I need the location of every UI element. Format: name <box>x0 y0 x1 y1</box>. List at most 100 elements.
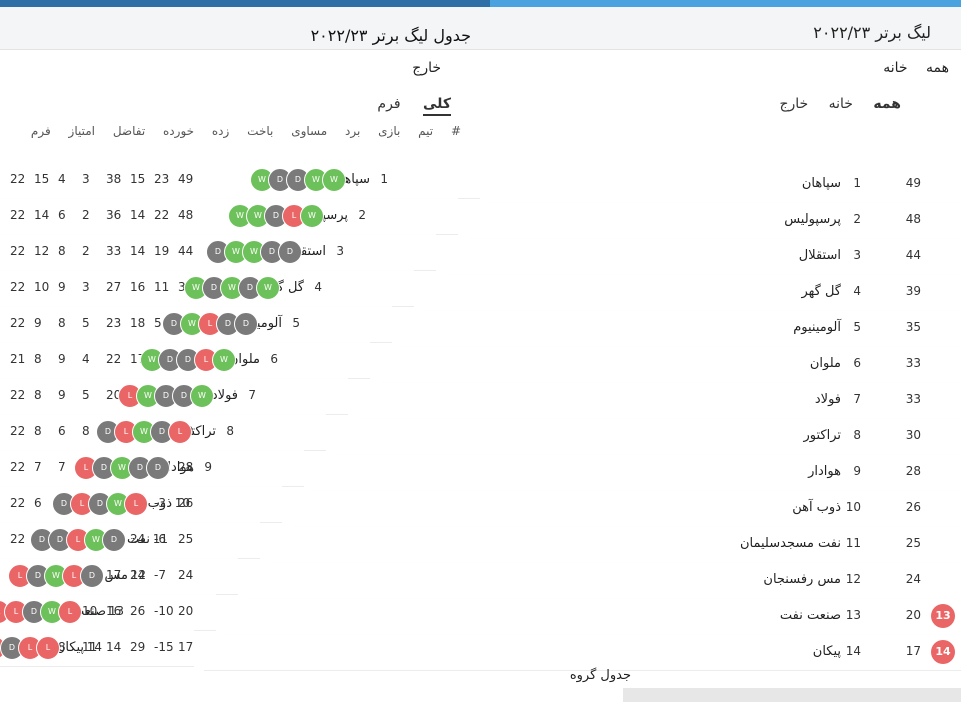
table-row-right[interactable]: ذوب آهن 10 26 <box>292 490 961 527</box>
team-name-right[interactable]: ذوب آهن <box>792 500 841 515</box>
team-name[interactable]: فولاد <box>212 388 238 403</box>
col-form: فرم <box>30 124 51 138</box>
stat-p: 22 <box>10 244 26 258</box>
rank-number-right: 3 <box>853 248 861 262</box>
form-strip: DWWDD <box>206 240 302 264</box>
points-right: 33 <box>905 392 921 406</box>
tab-overall[interactable]: کلی <box>422 96 451 116</box>
points-right: 24 <box>905 572 921 586</box>
stat-p: 22 <box>10 316 26 330</box>
stat-d: 6 <box>58 424 66 438</box>
rank-number: 7 <box>248 388 256 402</box>
points-right: 33 <box>905 356 921 370</box>
table-row[interactable]: پرسپولیس222146236142248WWDLW <box>0 198 458 235</box>
table-row[interactable]: سپاهان 1 22 15 4 3 38 15 23 49 W D D W W <box>0 162 480 199</box>
table-row-right[interactable]: سپاهان 1 49 <box>490 166 961 203</box>
team-name-right[interactable]: صنعت نفت <box>780 608 841 623</box>
table-row[interactable]: مس رفسنجان12225981724-724LDWLD <box>0 558 238 595</box>
team-name-right[interactable]: آلومینیوم <box>793 320 841 335</box>
table-row-right[interactable]: آلومینیوم 5 35 <box>402 310 961 347</box>
stat-p: 21 <box>10 352 26 366</box>
team-name-right[interactable]: پرسپولیس <box>784 212 841 227</box>
stat-pts: 48 <box>178 208 194 222</box>
col-drawn: مساوی <box>291 124 328 138</box>
relegation-badge: 13 <box>931 604 955 628</box>
team-name-right[interactable]: تراکتور <box>803 428 841 443</box>
tab-all-2[interactable]: همه <box>873 96 901 112</box>
rank-number: 6 <box>270 352 278 366</box>
tab-home[interactable]: خانه <box>883 60 907 76</box>
table-row-right[interactable]: پرسپولیس 2 48 <box>468 202 961 239</box>
rank-number: 8 <box>226 424 234 438</box>
rank-number-right: 13 <box>845 608 861 622</box>
stat-d: 4 <box>58 172 66 186</box>
team-name-right[interactable]: نفت مسجدسلیمان <box>740 536 841 551</box>
table-row-right[interactable]: پیکان 14 17 14 <box>204 634 961 671</box>
team-name-right[interactable]: هوادار <box>808 464 841 479</box>
table-row[interactable]: فولاد7228952017333LWDDW <box>0 378 348 415</box>
table-row-right[interactable]: صنعت نفت 13 20 13 <box>226 598 961 635</box>
table-row[interactable]: هوادار9227781921-228LDWDD <box>0 450 304 487</box>
stat-w: 8 <box>34 424 42 438</box>
table-row[interactable]: تراکتور8228682424030DLWDL <box>0 414 326 451</box>
stat-d: 9 <box>58 388 66 402</box>
team-name-right[interactable]: سپاهان <box>802 176 841 191</box>
table-row[interactable]: ملوان6218942217533WDDLW <box>0 342 370 379</box>
table-row[interactable]: استقلال 3 22 12 8 2 33 14 19 44 D W W D D <box>0 234 436 271</box>
team-name-right[interactable]: پیکان <box>813 644 841 659</box>
stat-d: 8 <box>58 316 66 330</box>
table-row-right[interactable]: استقلال 3 44 <box>446 238 961 275</box>
stat-d: 9 <box>58 352 66 366</box>
stat-gd: -6 <box>154 532 166 546</box>
stat-d: 6 <box>58 208 66 222</box>
table-row[interactable]: پیکان142238111429-1517LLDLL <box>0 630 194 667</box>
table-row-right[interactable]: فولاد 7 33 <box>358 382 961 419</box>
tab-home-2[interactable]: خانه <box>829 96 853 112</box>
table-row[interactable]: صنعت نفت132248101626-1020LLDWL <box>0 594 216 631</box>
form-result-badge: W <box>300 204 324 228</box>
rank-number-right: 1 <box>853 176 861 190</box>
table-row-right[interactable]: هوادار 9 28 <box>314 454 961 491</box>
form-strip: LDWLD <box>8 564 104 588</box>
stat-gf: 27 <box>106 280 122 294</box>
table-row[interactable]: ذوب آهن10226882023-326DLDWL <box>0 486 282 523</box>
form-strip: DLDWL <box>52 492 148 516</box>
tab-form[interactable]: فرم <box>377 96 400 114</box>
stat-gd: -15 <box>154 640 174 654</box>
form-result-badge: L <box>36 636 60 660</box>
stat-w: 10 <box>34 280 50 294</box>
table-row[interactable]: آلومینیوم5229852318535DWLDD <box>0 306 392 343</box>
col-gd: تفاضل <box>112 124 146 138</box>
stat-pts: 26 <box>178 496 194 510</box>
footer-bar <box>623 688 961 702</box>
stat-gd: -7 <box>154 568 166 582</box>
stat-gf: 17 <box>106 568 122 582</box>
stat-l: 4 <box>82 352 90 366</box>
team-name-right[interactable]: ملوان <box>810 356 841 371</box>
table-row-right[interactable]: تراکتور 8 30 <box>336 418 961 455</box>
tab-away-2[interactable]: خارج <box>779 96 808 112</box>
table-row[interactable]: گل گهر422109327161139WDWDW <box>0 270 414 307</box>
stat-w: 14 <box>34 208 50 222</box>
table-row-right[interactable]: ملوان 6 33 <box>380 346 961 383</box>
table-row-right[interactable]: نفت مسجدسلیمان 11 25 <box>270 526 961 563</box>
form-result-badge: W <box>190 384 214 408</box>
stat-ga: 16 <box>130 280 146 294</box>
team-name-right[interactable]: استقلال <box>799 248 841 263</box>
table-row-right[interactable]: گل گهر 4 39 <box>424 274 961 311</box>
form-strip: DLWDL <box>96 420 192 444</box>
team-name-right[interactable]: فولاد <box>815 392 841 407</box>
tab-all[interactable]: همه <box>926 60 949 76</box>
stat-p: 22 <box>10 532 26 546</box>
stat-w: 8 <box>34 388 42 402</box>
stat-d: 8 <box>58 244 66 258</box>
rank-number-right: 4 <box>853 284 861 298</box>
team-name-right[interactable]: مس رفسنجان <box>763 572 841 587</box>
stat-l: 5 <box>82 388 90 402</box>
stat-l: 3 <box>82 172 90 186</box>
tab-away[interactable]: خارج <box>412 60 441 76</box>
table-row-right[interactable]: مس رفسنجان 12 24 <box>248 562 961 599</box>
table-row[interactable]: نفت مسجدسلیمان11226791824-625DDLWD <box>0 522 260 559</box>
team-name-right[interactable]: گل گهر <box>801 284 841 299</box>
stat-p: 22 <box>10 172 26 186</box>
